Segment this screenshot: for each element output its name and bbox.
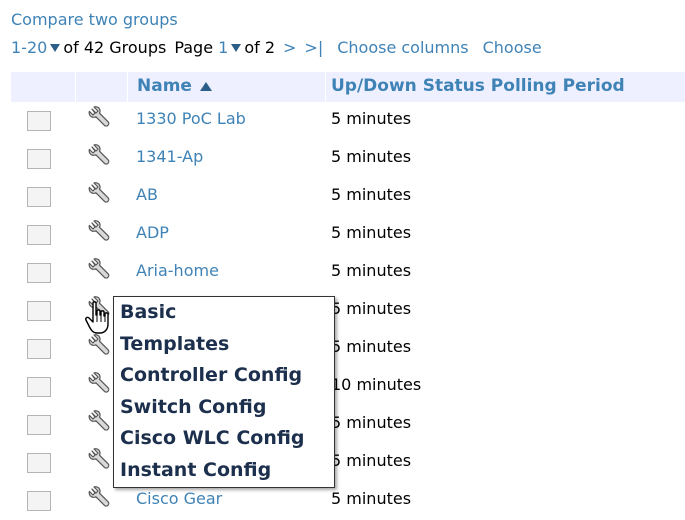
wrench-icon[interactable] — [87, 182, 111, 206]
row-checkbox[interactable] — [27, 149, 51, 169]
wrench-icon[interactable] — [87, 220, 111, 244]
choose-link[interactable]: Choose — [483, 38, 542, 57]
wrench-icon[interactable] — [87, 144, 111, 168]
group-name-link[interactable]: 1330 PoC Lab — [136, 109, 246, 128]
page-dropdown-icon[interactable] — [231, 44, 242, 52]
table-header: Name Up/Down Status Polling Period — [11, 72, 685, 102]
polling-period: 5 minutes — [331, 185, 412, 204]
table-row: 1330 PoC Lab 5 minutes — [11, 102, 685, 140]
row-checkbox[interactable] — [27, 339, 51, 359]
row-checkbox[interactable] — [27, 187, 51, 207]
polling-period: 5 minutes — [331, 413, 412, 432]
polling-period: 5 minutes — [331, 451, 412, 470]
row-checkbox[interactable] — [27, 301, 51, 321]
group-name-link[interactable]: Cisco Gear — [136, 489, 222, 508]
last-page-button[interactable]: >| — [304, 38, 323, 57]
group-name-link[interactable]: Aria-home — [136, 261, 219, 280]
wrench-icon[interactable] — [87, 486, 111, 510]
range-dropdown-icon[interactable] — [50, 44, 61, 52]
wrench-icon[interactable] — [87, 334, 111, 358]
range-selector[interactable]: 1-20 — [11, 38, 47, 57]
page-label: Page — [174, 38, 214, 57]
wrench-icon[interactable] — [87, 106, 111, 130]
menu-item-basic[interactable]: Basic — [114, 297, 334, 329]
name-column-header[interactable]: Name — [137, 76, 212, 96]
polling-period: 5 minutes — [331, 489, 412, 508]
menu-item-templates[interactable]: Templates — [114, 329, 334, 361]
sort-ascending-icon — [199, 81, 212, 91]
wrench-icon[interactable] — [87, 410, 111, 434]
page-total: of 2 — [244, 38, 276, 57]
row-checkbox[interactable] — [27, 453, 51, 473]
wrench-icon[interactable] — [87, 258, 111, 282]
polling-period: 5 minutes — [331, 261, 412, 280]
hand-pointer-icon — [85, 301, 109, 334]
menu-item-switch-config[interactable]: Switch Config — [114, 392, 334, 424]
row-checkbox[interactable] — [27, 415, 51, 435]
polling-period: 5 minutes — [331, 299, 412, 318]
choose-columns-link[interactable]: Choose columns — [337, 38, 468, 57]
table-row: Aria-home 5 minutes — [11, 254, 685, 292]
wrench-icon[interactable] — [87, 372, 111, 396]
table-row: ADP 5 minutes — [11, 216, 685, 254]
polling-column-header[interactable]: Up/Down Status Polling Period — [331, 76, 625, 96]
row-checkbox[interactable] — [27, 263, 51, 283]
row-checkbox[interactable] — [27, 111, 51, 131]
name-column-label: Name — [137, 76, 192, 96]
table-row: AB 5 minutes — [11, 178, 685, 216]
polling-period: 5 minutes — [331, 109, 412, 128]
pagination-bar: 1-20 of 42 Groups Page 1 of 2 > >| Choose colu… — [11, 38, 542, 57]
menu-item-controller-config[interactable]: Controller Config — [114, 360, 334, 392]
row-checkbox[interactable] — [27, 377, 51, 397]
group-name-link[interactable]: AB — [136, 185, 158, 204]
menu-item-instant-config[interactable]: Instant Config — [114, 455, 334, 487]
row-checkbox[interactable] — [27, 491, 51, 511]
page-selector[interactable]: 1 — [218, 38, 228, 57]
menu-item-cisco-wlc-config[interactable]: Cisco WLC Config — [114, 423, 334, 455]
group-name-link[interactable]: ADP — [136, 223, 169, 242]
wrench-icon[interactable] — [87, 448, 111, 472]
polling-period: 5 minutes — [331, 147, 412, 166]
polling-period: 10 minutes — [331, 375, 422, 394]
compare-groups-link[interactable]: Compare two groups — [11, 10, 178, 29]
row-checkbox[interactable] — [27, 225, 51, 245]
wrench-context-menu: Basic Templates Controller Config Switch Co… — [113, 296, 335, 488]
groups-count: of 42 Groups — [63, 38, 167, 57]
next-page-button[interactable]: > — [283, 38, 296, 57]
table-row: 1341-Ap 5 minutes — [11, 140, 685, 178]
polling-period: 5 minutes — [331, 223, 412, 242]
group-name-link[interactable]: 1341-Ap — [136, 147, 203, 166]
polling-period: 5 minutes — [331, 337, 412, 356]
